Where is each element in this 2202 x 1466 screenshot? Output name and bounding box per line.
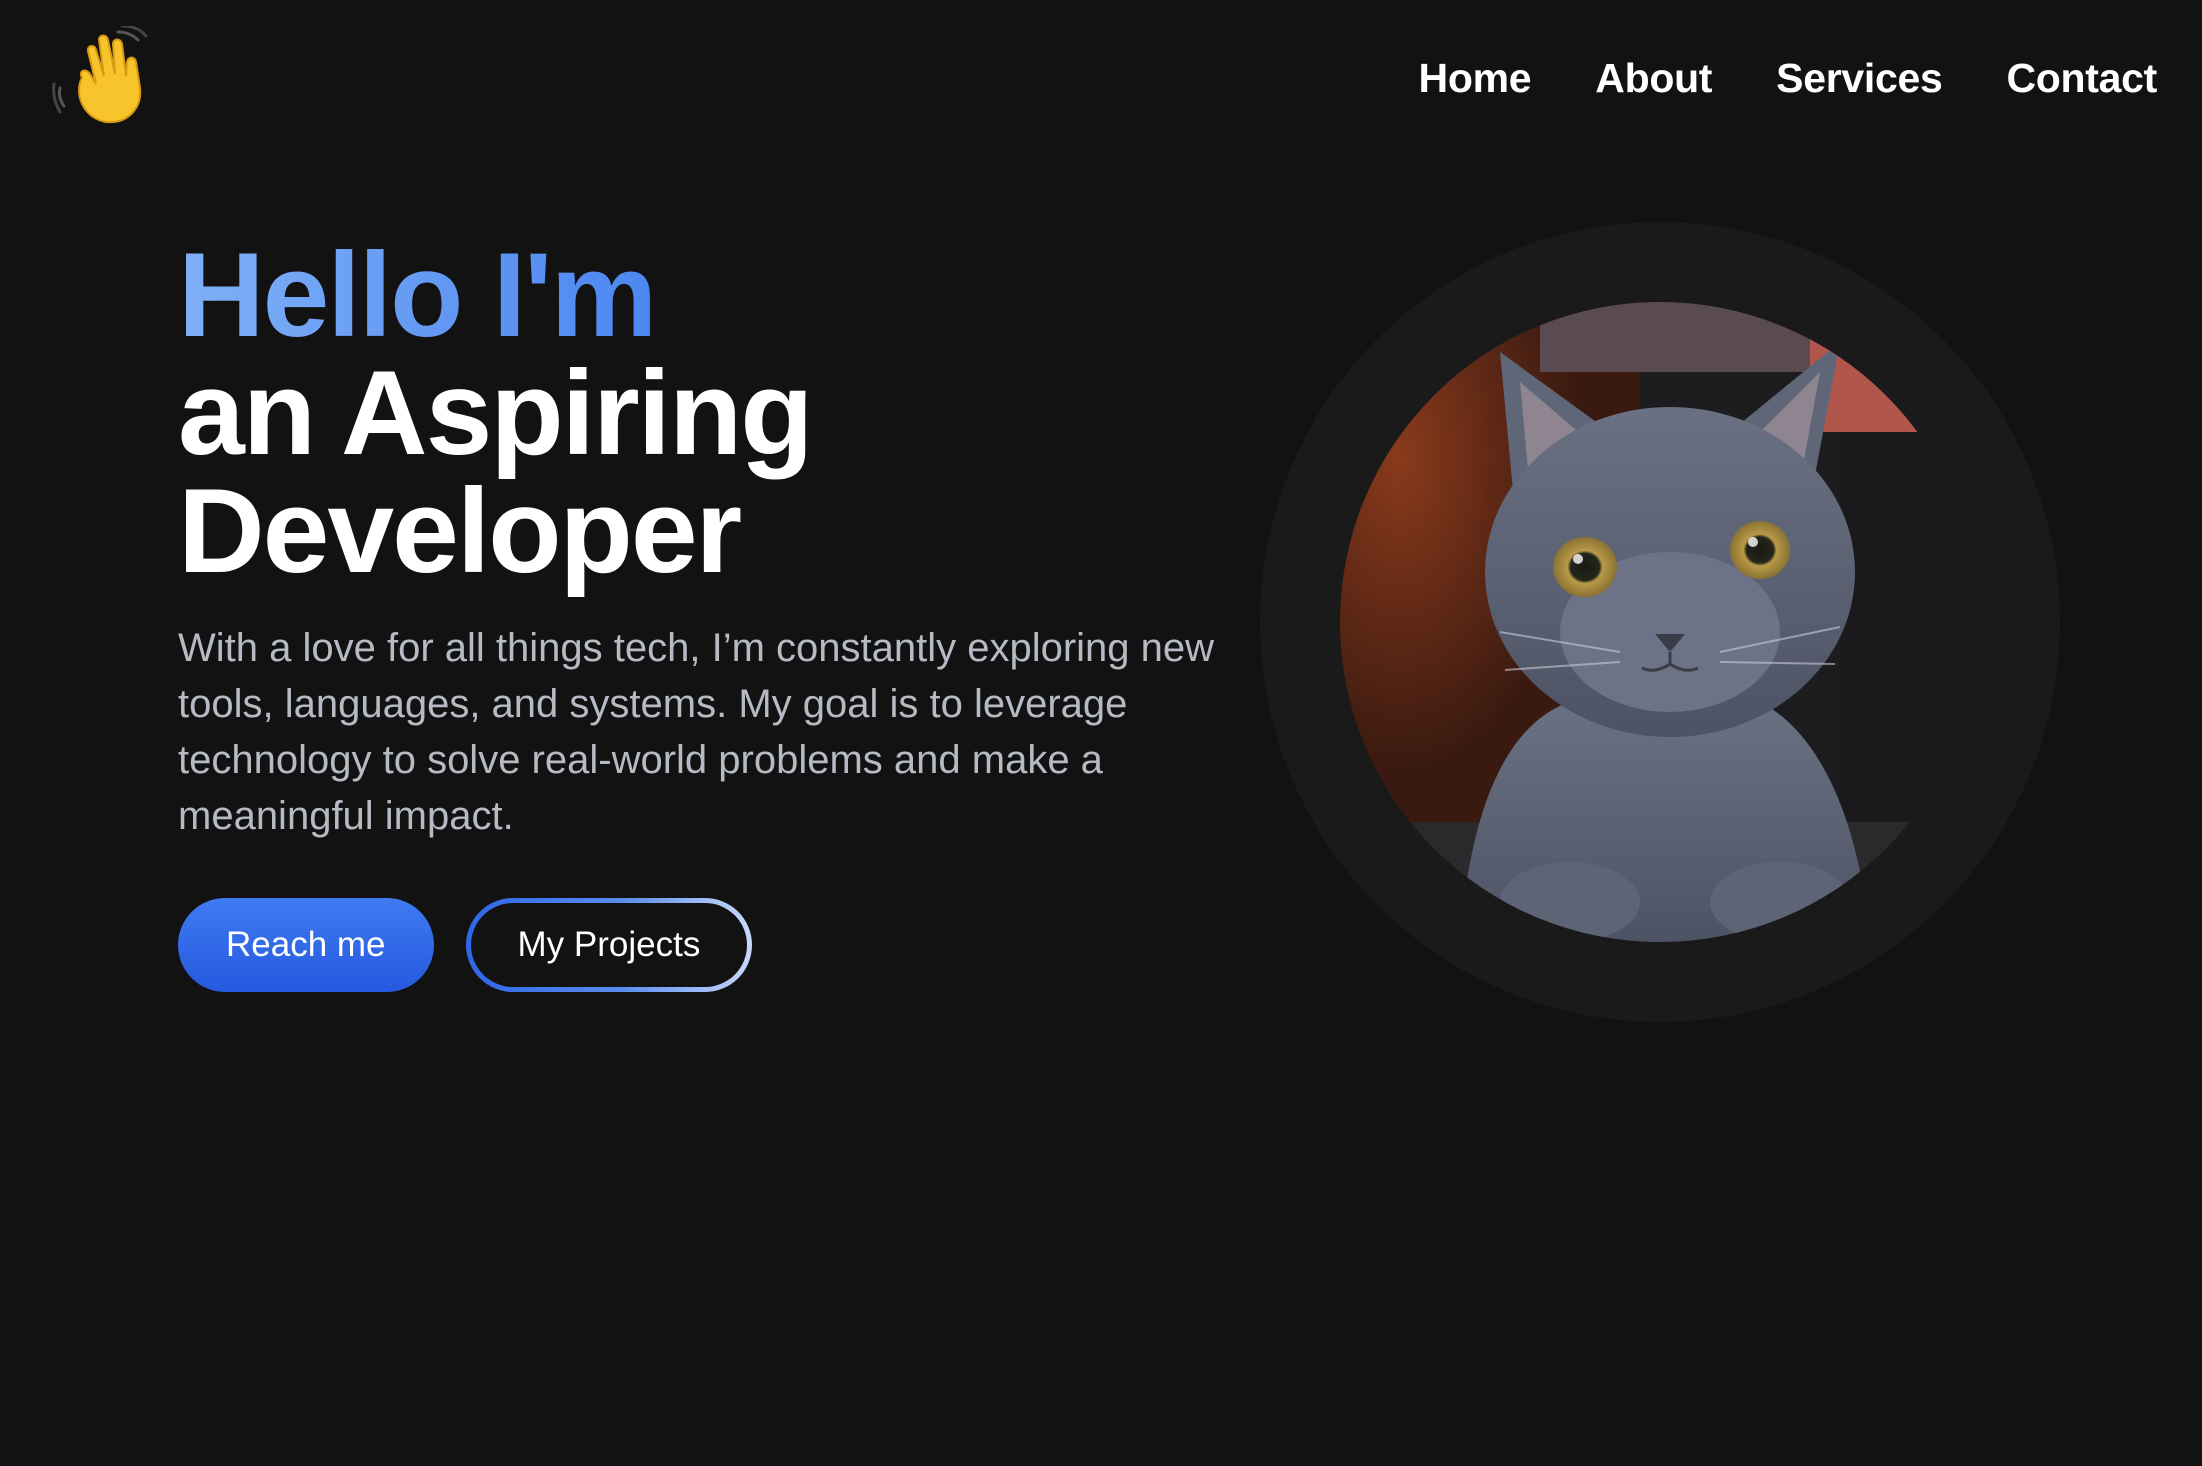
main-nav: Home About Services Contact: [1419, 50, 2158, 106]
hero-section: Hello I'm an Aspiring Developer With a l…: [178, 235, 1238, 992]
nav-services[interactable]: Services: [1776, 50, 1943, 106]
hero-greeting: Hello I'm: [178, 235, 1238, 355]
my-projects-button[interactable]: My Projects: [466, 898, 753, 992]
reach-me-button[interactable]: Reach me: [178, 898, 434, 992]
hero-actions: Reach me My Projects: [178, 898, 1238, 992]
nav-about[interactable]: About: [1595, 50, 1712, 106]
hero-description: With a love for all things tech, I’m con…: [178, 626, 1215, 838]
hero-title-line2: Developer: [178, 464, 742, 598]
landing-page: Home About Services Contact Hello I'm an…: [0, 0, 2202, 1466]
nav-home[interactable]: Home: [1419, 50, 1532, 106]
hero-title-line1: an Aspiring: [178, 346, 814, 480]
portrait-ring: [1260, 222, 2060, 1022]
nav-contact[interactable]: Contact: [2006, 50, 2157, 106]
waving-hand-icon[interactable]: [52, 24, 156, 130]
profile-photo: [1340, 302, 1980, 942]
hero-title: Hello I'm an Aspiring Developer: [178, 235, 1238, 598]
